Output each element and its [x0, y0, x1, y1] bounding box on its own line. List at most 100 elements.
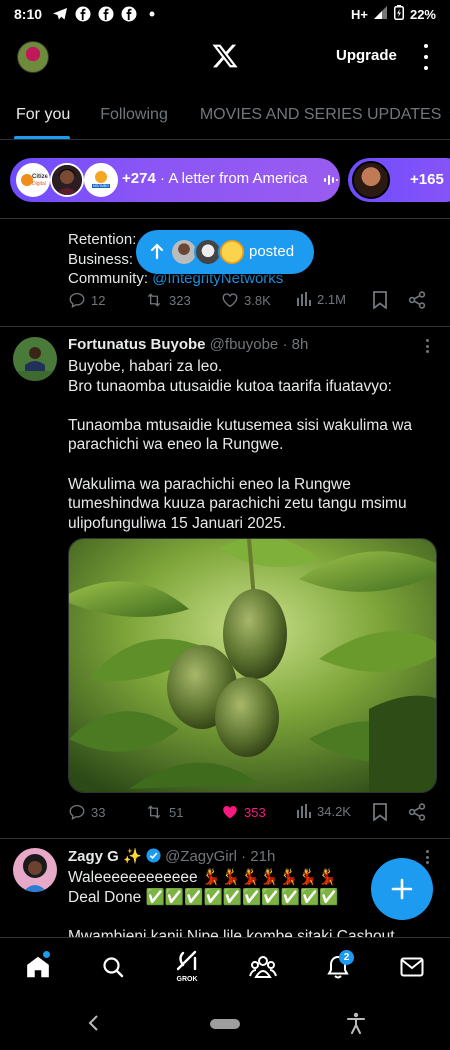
- tweet-more-icon[interactable]: [420, 850, 434, 864]
- label: Retention:: [68, 231, 137, 248]
- new-posts-button[interactable]: posted: [136, 230, 314, 274]
- telegram-icon: [52, 6, 68, 22]
- bookmark-icon: [373, 291, 387, 309]
- x-logo-icon[interactable]: [211, 42, 239, 70]
- divider: [0, 326, 450, 327]
- search-icon: [103, 957, 124, 978]
- tweet-header: Zagy G ✨ @ZagyGirl · 21h: [68, 847, 275, 867]
- share-button[interactable]: [408, 291, 426, 309]
- reply-button[interactable]: 12: [68, 291, 105, 309]
- tab-movies-and-series-updates[interactable]: MOVIES AND SERIES UPDATES: [184, 90, 450, 139]
- repost-icon: [147, 293, 161, 307]
- listener-count: +165: [410, 171, 444, 188]
- space-title: +274 · A letter from America: [122, 170, 308, 187]
- separator: ·: [159, 170, 165, 187]
- status-bar: 8:10 H+ 22%: [0, 0, 450, 28]
- nav-grok[interactable]: [172, 946, 202, 976]
- status-time: 8:10: [14, 6, 43, 22]
- nav-messages[interactable]: [397, 952, 427, 982]
- share-button[interactable]: [408, 803, 426, 821]
- facebook-icon: [75, 6, 91, 22]
- space-host-avatar: [352, 161, 390, 199]
- bookmark-button[interactable]: [373, 803, 387, 821]
- bookmark-button[interactable]: [373, 291, 387, 309]
- text-line: Tunaomba mtusaidie kutusemea sisi wakuli…: [68, 416, 413, 434]
- tweet-actions: 12 323 3.8K 2.1M: [68, 291, 434, 315]
- repost-button[interactable]: 323: [144, 291, 191, 309]
- like-button[interactable]: 353: [221, 803, 266, 821]
- compose-post-button[interactable]: [371, 858, 433, 920]
- bottom-navigation: GROK 2: [0, 937, 450, 997]
- share-icon: [408, 291, 426, 309]
- reply-count: 12: [91, 292, 106, 308]
- network-type: H+: [350, 6, 368, 22]
- label: Community:: [68, 270, 149, 287]
- tab-label: Following: [100, 105, 168, 123]
- more-options-icon[interactable]: [418, 44, 434, 70]
- space-name: A letter from America: [168, 170, 308, 187]
- battery-percent: 22%: [409, 6, 436, 22]
- like-button[interactable]: 3.8K: [221, 291, 271, 309]
- repost-count: 51: [169, 804, 184, 820]
- views-icon: [297, 292, 311, 306]
- views-button[interactable]: 2.1M: [296, 291, 346, 307]
- nav-communities[interactable]: [248, 952, 278, 982]
- tab-following[interactable]: Following: [86, 90, 184, 139]
- tweet-more-icon[interactable]: [420, 339, 434, 353]
- repost-count: 323: [169, 292, 191, 308]
- text-line: Bro tunaomba utusaidie kutoa taarifa ifu…: [68, 377, 392, 395]
- view-count: 34.2K: [317, 803, 351, 819]
- home-unread-dot: [43, 951, 50, 958]
- views-button[interactable]: 34.2K: [296, 803, 351, 819]
- back-icon[interactable]: [87, 1015, 99, 1031]
- accessibility-icon[interactable]: [346, 1012, 366, 1034]
- author-name[interactable]: Zagy G: [68, 848, 119, 865]
- like-count: 3.8K: [244, 292, 271, 308]
- citizen-logo-text: Citizen: [32, 174, 48, 180]
- reply-icon: [69, 292, 85, 309]
- system-navigation-bar: [0, 997, 450, 1050]
- citizen-logo-text: Digital: [32, 181, 46, 187]
- author-name[interactable]: Fortunatus Buyobe: [68, 336, 206, 353]
- space-host-avatar: [50, 163, 84, 197]
- notification-badge: 2: [339, 950, 354, 965]
- msombo-logo-text: MSOMBO: [93, 184, 109, 188]
- grok-icon: [176, 950, 197, 971]
- author-handle[interactable]: @ZagyGirl: [165, 848, 237, 865]
- reply-count: 33: [91, 804, 106, 820]
- tweet-time: · 21h: [241, 848, 276, 865]
- home-gesture-pill[interactable]: [210, 1019, 240, 1029]
- label: Business:: [68, 250, 134, 268]
- communities-icon: [249, 956, 277, 978]
- top-app-bar: Upgrade: [0, 28, 450, 86]
- tweet-time: · 8h: [282, 336, 309, 353]
- upgrade-button[interactable]: Upgrade: [336, 47, 397, 64]
- tweet-text: Buyobe, habari za leo. Bro tunaomba utus…: [68, 357, 428, 533]
- like-count: 353: [244, 804, 266, 820]
- tab-label: MOVIES AND SERIES UPDATES: [199, 105, 442, 123]
- reply-button[interactable]: 33: [68, 803, 105, 821]
- space-host-avatar: MSOMBO: [84, 163, 118, 197]
- nav-search[interactable]: [98, 952, 128, 982]
- divider: [0, 838, 450, 839]
- text-line: Buyobe, habari za leo.: [68, 358, 223, 375]
- repost-button[interactable]: 51: [144, 803, 183, 821]
- tweet-author-avatar[interactable]: [13, 848, 57, 892]
- space-card[interactable]: CitizenDigital MSOMBO +274 · A letter fr…: [10, 158, 340, 202]
- profile-avatar[interactable]: [17, 41, 49, 73]
- tab-for-you[interactable]: For you: [0, 90, 86, 139]
- tweet-image-avocados[interactable]: [68, 538, 437, 793]
- heart-icon: [222, 293, 238, 308]
- tweet-author-avatar[interactable]: [13, 337, 57, 381]
- posted-label: posted: [249, 243, 295, 260]
- grok-label: GROK: [176, 976, 198, 983]
- bookmark-icon: [373, 803, 387, 821]
- text-line: parachichi wa eneo la Rungwe.: [68, 436, 284, 454]
- audio-wave-icon: [324, 175, 338, 185]
- text-line: ulipofunguliwa 15 Januari 2025.: [68, 514, 287, 532]
- tab-label: For you: [16, 105, 71, 123]
- author-handle[interactable]: @fbuyobe: [210, 336, 279, 353]
- space-card[interactable]: +165: [348, 158, 450, 202]
- facebook-icon: [121, 6, 137, 22]
- signal-icon: [373, 6, 388, 22]
